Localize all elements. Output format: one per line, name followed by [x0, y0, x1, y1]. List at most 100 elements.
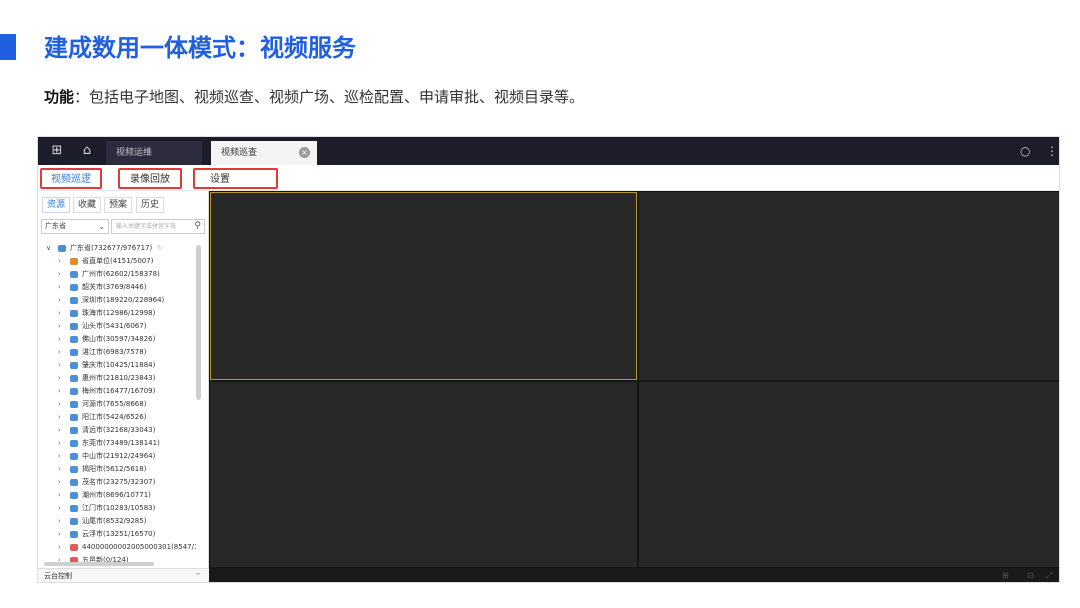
circle-icon[interactable]: ○ [1020, 137, 1030, 165]
more-icon[interactable]: ⋮ [1046, 137, 1058, 165]
region-select[interactable]: 广东省 ⌄ [41, 219, 109, 234]
tree-item[interactable]: › 中山市(21912/24964) [44, 450, 196, 463]
org-icon [70, 310, 78, 317]
tree-vertical-scrollbar[interactable] [196, 245, 201, 400]
tree-item[interactable]: › 珠海市(12986/12998) [44, 307, 196, 320]
tree-item[interactable]: › 广州市(62602/158378) [44, 268, 196, 281]
chevron-right-icon[interactable]: › [58, 476, 66, 489]
tree-item[interactable]: › 清远市(32168/33043) [44, 424, 196, 437]
chevron-right-icon[interactable]: › [58, 281, 66, 294]
org-icon [70, 466, 78, 473]
tree-item-label: 茂名市(23275/32307) [82, 478, 156, 486]
chevron-right-icon[interactable]: › [58, 424, 66, 437]
tree-root[interactable]: ∨ 广东省(732677/976717) ↻ [44, 242, 196, 255]
mode-video-patrol-button[interactable]: 视频巡逻 [40, 168, 102, 189]
tree-item[interactable]: › 惠州市(21810/23843) [44, 372, 196, 385]
video-grid: ⊞ ⊡ ⤢ [209, 191, 1059, 582]
tree-item[interactable]: › 佛山市(30597/34826) [44, 333, 196, 346]
tree-item-label: 中山市(21912/24964) [82, 452, 156, 460]
chevron-right-icon[interactable]: › [58, 541, 66, 554]
chevron-right-icon[interactable]: › [58, 268, 66, 281]
tree-item[interactable]: › 肇庆市(10425/11884) [44, 359, 196, 372]
tree-item[interactable]: › 五邑新(0/124) [44, 554, 196, 562]
close-icon[interactable]: × [299, 147, 310, 158]
tab-plans[interactable]: 预案 [104, 197, 133, 213]
region-select-value: 广东省 [45, 222, 66, 230]
org-icon [70, 388, 78, 395]
chevron-right-icon[interactable]: › [58, 502, 66, 515]
org-icon [70, 440, 78, 447]
ptz-control-panel[interactable]: 云台控制 ⌃ [38, 568, 209, 582]
org-icon [70, 453, 78, 460]
tree-item[interactable]: › 河源市(7655/8668) [44, 398, 196, 411]
chevron-right-icon[interactable]: › [58, 294, 66, 307]
chevron-right-icon[interactable]: › [58, 320, 66, 333]
tree-item[interactable]: › 东莞市(73489/138141) [44, 437, 196, 450]
tree-item-label: 汕头市(5431/6067) [82, 322, 147, 330]
refresh-icon[interactable]: ↻ [157, 242, 163, 255]
tree-item[interactable]: › 揭阳市(5612/5618) [44, 463, 196, 476]
tab-history[interactable]: 历史 [136, 197, 165, 213]
org-icon [70, 297, 78, 304]
slide-title: 建成数用一体模式：视频服务 [44, 34, 356, 62]
tree-item[interactable]: › 阳江市(5424/6526) [44, 411, 196, 424]
tree-item-label: 肇庆市(10425/11884) [82, 361, 156, 369]
chevron-right-icon[interactable]: › [58, 463, 66, 476]
video-cell-4[interactable] [639, 382, 1059, 567]
org-icon [70, 427, 78, 434]
mode-settings-button[interactable]: 设置 [193, 168, 278, 189]
tab-favorites[interactable]: 收藏 [73, 197, 102, 213]
chevron-right-icon[interactable]: › [58, 450, 66, 463]
tree-item-label: 广州市(62602/158378) [82, 270, 160, 278]
chevron-right-icon[interactable]: › [58, 359, 66, 372]
tree-item[interactable]: › 深圳市(189220/228964) [44, 294, 196, 307]
chevron-right-icon[interactable]: › [58, 307, 66, 320]
fullscreen-icon[interactable]: ⤢ [1046, 568, 1052, 582]
tree-item[interactable]: › 梅州市(16477/16709) [44, 385, 196, 398]
search-icon[interactable]: ⚲ [194, 220, 201, 233]
window-icon[interactable]: ⊡ [1027, 568, 1034, 582]
tree-item[interactable]: › 湛江市(6983/7578) [44, 346, 196, 359]
chevron-right-icon[interactable]: › [58, 554, 66, 562]
tree-horizontal-scrollbar[interactable] [44, 562, 154, 566]
layout-icon[interactable]: ⊞ [1002, 568, 1009, 582]
chevron-right-icon[interactable]: › [58, 489, 66, 502]
chevron-right-icon[interactable]: › [58, 255, 66, 268]
chevron-down-icon: ⌄ [98, 222, 105, 231]
tree-item[interactable]: › 省直单位(4151/5007) [44, 255, 196, 268]
tree-item[interactable]: › 汕头市(5431/6067) [44, 320, 196, 333]
tab-resources[interactable]: 资源 [42, 197, 71, 213]
tree-item-label: 东莞市(73489/138141) [82, 439, 160, 447]
tree-item[interactable]: › 潮州市(8696/10771) [44, 489, 196, 502]
tree-item[interactable]: › 韶关市(3769/8446) [44, 281, 196, 294]
tree-item-label: 汕尾市(8532/9285) [82, 517, 147, 525]
apps-grid-icon[interactable]: ⊞ [46, 137, 68, 165]
chevron-up-icon[interactable]: ⌃ [195, 569, 201, 582]
tree-item[interactable]: › 汕尾市(8532/9285) [44, 515, 196, 528]
chevron-right-icon[interactable]: › [58, 398, 66, 411]
tree-item-label: 五邑新(0/124) [82, 556, 129, 562]
org-icon [58, 245, 66, 252]
chevron-right-icon[interactable]: › [58, 333, 66, 346]
video-cell-1[interactable] [210, 192, 637, 380]
home-icon[interactable]: ⌂ [76, 137, 98, 165]
tab-video-patrol[interactable]: 视频巡查 × [211, 141, 317, 165]
tree-item[interactable]: › 44000000002005000301(8547/1086 [44, 541, 196, 554]
tab-video-ops[interactable]: 视频运维 [106, 141, 202, 165]
chevron-right-icon[interactable]: › [58, 411, 66, 424]
chevron-right-icon[interactable]: › [58, 372, 66, 385]
chevron-right-icon[interactable]: › [58, 437, 66, 450]
video-cell-3[interactable] [210, 382, 637, 567]
tree-item[interactable]: › 云浮市(13251/16570) [44, 528, 196, 541]
video-cell-2[interactable] [639, 192, 1059, 380]
chevron-right-icon[interactable]: › [58, 346, 66, 359]
tree-item[interactable]: › 茂名市(23275/32307) [44, 476, 196, 489]
org-icon [70, 479, 78, 486]
tree-item[interactable]: › 江门市(10283/10583) [44, 502, 196, 515]
chevron-right-icon[interactable]: › [58, 515, 66, 528]
mode-playback-button[interactable]: 录像回放 [118, 168, 182, 189]
chevron-right-icon[interactable]: › [58, 528, 66, 541]
chevron-down-icon[interactable]: ∨ [46, 242, 54, 255]
search-input[interactable]: 输入关键字或拼音字母 ⚲ [111, 219, 205, 234]
chevron-right-icon[interactable]: › [58, 385, 66, 398]
